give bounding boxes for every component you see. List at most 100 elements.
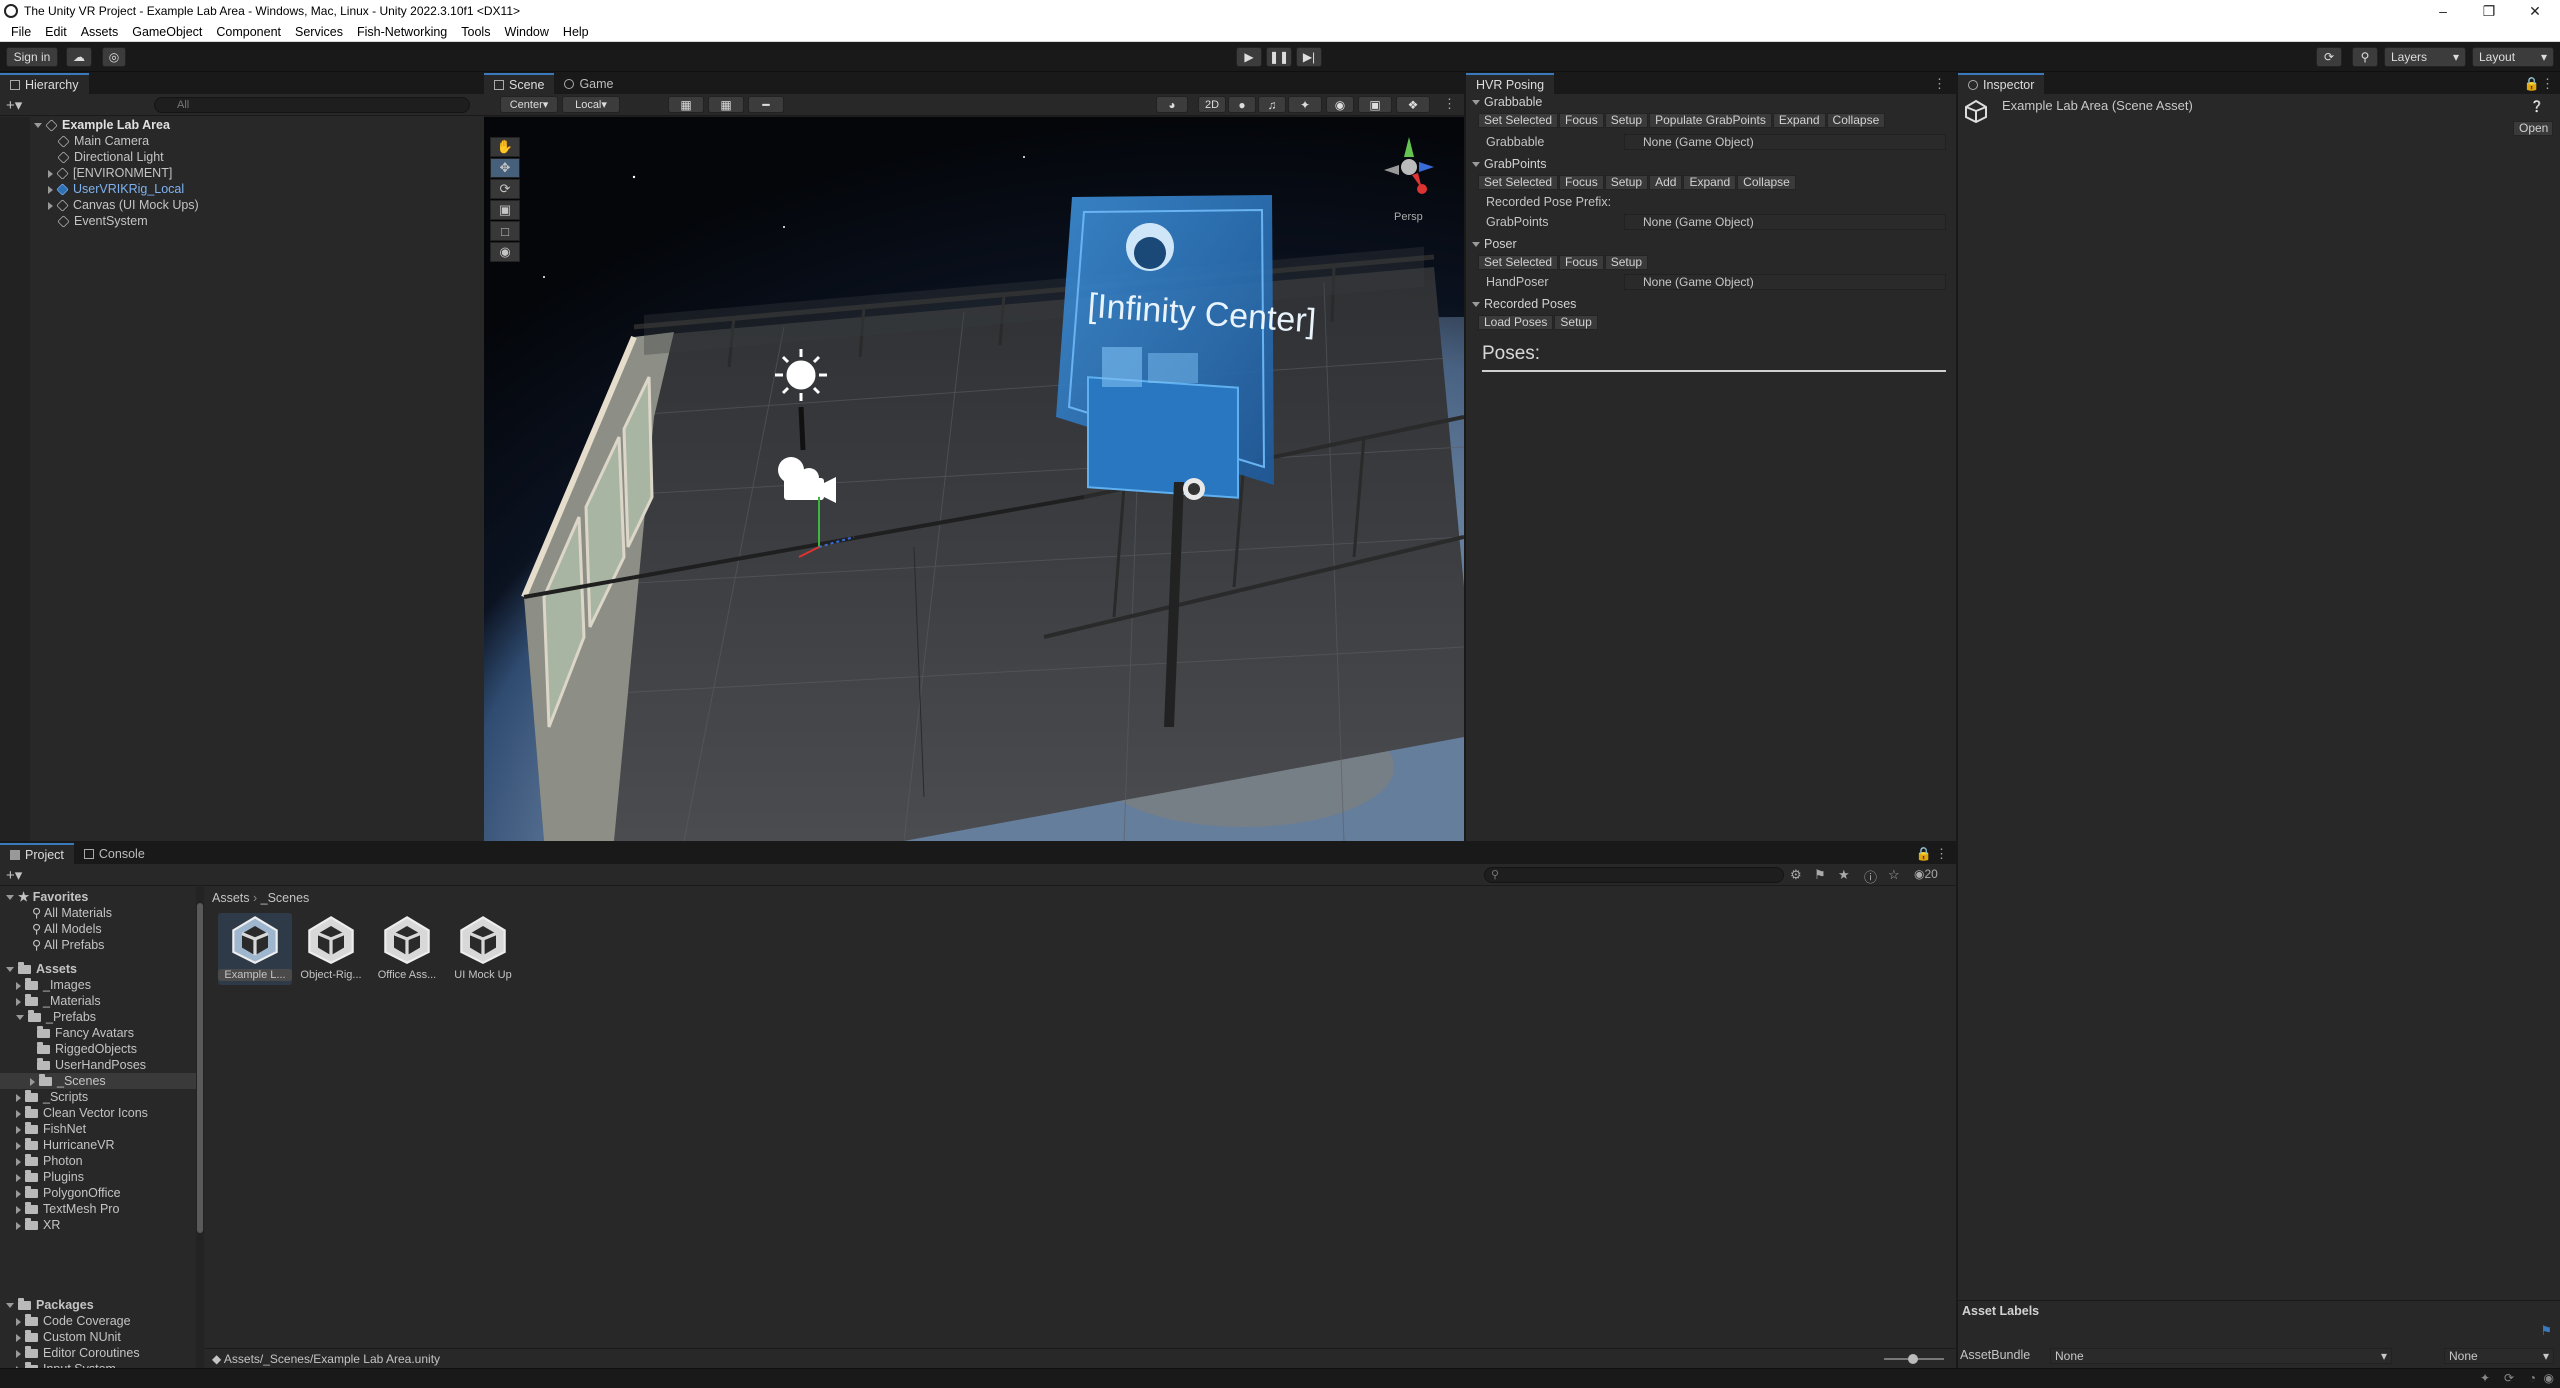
add-icon[interactable]: +▾ bbox=[6, 866, 22, 884]
grabpoints-section-header[interactable]: GrabPoints bbox=[1472, 155, 1547, 173]
rect-tool-button[interactable]: □ bbox=[490, 221, 520, 241]
menu-window[interactable]: Window bbox=[497, 25, 555, 39]
lock-icon[interactable]: 🔒 bbox=[2524, 76, 2540, 92]
folder-item[interactable]: _Scripts bbox=[16, 1089, 196, 1105]
hierarchy-item-eventsystem[interactable]: EventSystem bbox=[57, 213, 148, 229]
layout-dropdown[interactable]: Layout ▾ bbox=[2472, 47, 2554, 67]
folder-item[interactable]: _Images bbox=[16, 977, 196, 993]
grabbable-section-header[interactable]: Grabbable bbox=[1472, 93, 1542, 111]
expand-arrow-icon[interactable] bbox=[16, 1317, 21, 1326]
expand-arrow-icon[interactable] bbox=[16, 1141, 21, 1150]
help-icon[interactable]: ❔ bbox=[2530, 100, 2544, 113]
favorites-header[interactable]: ★ Favorites bbox=[6, 889, 88, 905]
recorded-poses-section-header[interactable]: Recorded Poses bbox=[1472, 295, 1576, 313]
grabbable-collapse-button[interactable]: Collapse bbox=[1826, 113, 1886, 128]
package-item[interactable]: Code Coverage bbox=[16, 1313, 131, 1329]
menu-assets[interactable]: Assets bbox=[74, 25, 126, 39]
close-button[interactable]: ✕ bbox=[2512, 0, 2558, 22]
favorite-item-all-prefabs[interactable]: ⚲ All Prefabs bbox=[32, 937, 104, 953]
scene-asset-tile[interactable]: UI Mock Up bbox=[446, 913, 520, 985]
folder-item[interactable]: TextMesh Pro bbox=[16, 1201, 196, 1217]
pivot-center-dropdown[interactable]: Center ▾ bbox=[500, 96, 558, 113]
minimize-button[interactable]: – bbox=[2420, 0, 2466, 22]
poser-focus-button[interactable]: Focus bbox=[1559, 255, 1604, 270]
sync-icon[interactable]: ⟳ bbox=[2504, 1371, 2514, 1385]
folder-item[interactable]: UserHandPoses bbox=[28, 1057, 196, 1073]
tree-scrollbar[interactable] bbox=[196, 887, 204, 1368]
grabbable-setup-button[interactable]: Setup bbox=[1604, 113, 1649, 128]
hidden-packages-toggle[interactable]: ◉20 bbox=[1914, 867, 1938, 881]
panel-menu-icon[interactable]: ⋮ bbox=[1935, 846, 1948, 862]
grabpoints-setup-button[interactable]: Setup bbox=[1604, 175, 1649, 190]
tab-scene[interactable]: Scene bbox=[484, 73, 555, 94]
breadcrumb-assets[interactable]: Assets bbox=[212, 891, 250, 905]
info-icon[interactable]: ⓘ bbox=[1864, 867, 1877, 886]
debug-icon[interactable]: ✦ bbox=[2480, 1371, 2490, 1385]
progress-icon[interactable]: ◔ bbox=[2529, 1371, 2536, 1385]
tab-inspector[interactable]: Inspector bbox=[1958, 73, 2045, 94]
camera-settings-button[interactable]: ▣ bbox=[1358, 96, 1392, 113]
sign-in-button[interactable]: Sign in bbox=[6, 47, 58, 67]
project-search-input[interactable]: ⚲ bbox=[1484, 867, 1784, 883]
favorite-item-all-models[interactable]: ⚲ All Models bbox=[32, 921, 102, 937]
folder-item[interactable]: HurricaneVR bbox=[16, 1137, 196, 1153]
handposer-object-field[interactable]: None (Game Object) bbox=[1624, 274, 1946, 290]
expand-arrow-icon[interactable] bbox=[16, 1333, 21, 1342]
expand-arrow-icon[interactable] bbox=[16, 1189, 21, 1198]
draw-mode-button[interactable]: ◕ bbox=[1156, 96, 1188, 113]
scene-asset-tile[interactable]: Example L... bbox=[218, 913, 292, 985]
expand-arrow-icon[interactable] bbox=[16, 1157, 21, 1166]
menu-services[interactable]: Services bbox=[288, 25, 350, 39]
search-by-type-icon[interactable]: ⚙ bbox=[1790, 867, 1802, 883]
play-button[interactable]: ▶ bbox=[1236, 47, 1262, 67]
grabbable-object-field[interactable]: None (Game Object) bbox=[1624, 134, 1946, 150]
2d-toggle[interactable]: 2D bbox=[1198, 96, 1226, 113]
panel-menu-icon[interactable]: ⋮ bbox=[2541, 76, 2554, 92]
expand-arrow-icon[interactable] bbox=[16, 981, 21, 990]
network-icon[interactable]: ◉ bbox=[2544, 1371, 2554, 1385]
poser-set-selected-button[interactable]: Set Selected bbox=[1478, 255, 1559, 270]
hierarchy-item-main-camera[interactable]: Main Camera bbox=[57, 133, 149, 149]
hand-tool-button[interactable]: ✋ bbox=[490, 137, 520, 157]
search-button[interactable]: ⚲ bbox=[2352, 47, 2378, 67]
assetbundle-dropdown[interactable]: None ▾ bbox=[2050, 1348, 2392, 1364]
step-button[interactable]: ▶| bbox=[1296, 47, 1322, 67]
folder-item[interactable]: _Prefabs bbox=[16, 1009, 196, 1025]
cloud-button[interactable]: ☁ bbox=[66, 47, 92, 67]
menu-fish-networking[interactable]: Fish-Networking bbox=[350, 25, 454, 39]
assetbundle-variant-dropdown[interactable]: None ▾ bbox=[2444, 1348, 2554, 1364]
scene-asset-tile[interactable]: Office Ass... bbox=[370, 913, 444, 985]
packages-header[interactable]: Packages bbox=[6, 1297, 94, 1313]
tab-hierarchy[interactable]: Hierarchy bbox=[0, 73, 89, 94]
grid-snap-button[interactable]: ▦ bbox=[668, 96, 704, 113]
favorite-icon[interactable]: ★ bbox=[1838, 867, 1850, 883]
pause-button[interactable]: ❚❚ bbox=[1266, 47, 1292, 67]
grabpoints-object-field[interactable]: None (Game Object) bbox=[1624, 214, 1946, 230]
grabpoints-focus-button[interactable]: Focus bbox=[1559, 175, 1604, 190]
folder-item[interactable]: _Materials bbox=[16, 993, 196, 1009]
layers-dropdown[interactable]: Layers ▾ bbox=[2384, 47, 2466, 67]
folder-item[interactable]: RiggedObjects bbox=[28, 1041, 196, 1057]
grabbable-set-selected-button[interactable]: Set Selected bbox=[1478, 113, 1559, 128]
menu-component[interactable]: Component bbox=[209, 25, 288, 39]
collab-button[interactable]: ◎ bbox=[102, 47, 126, 67]
snap-increment-button[interactable]: ▦ bbox=[708, 96, 744, 113]
rotate-tool-button[interactable]: ⟳ bbox=[490, 179, 520, 199]
label-tag-icon[interactable]: ⚑ bbox=[2540, 1323, 2552, 1339]
visibility-toggle[interactable]: ◉ bbox=[1326, 96, 1354, 113]
folder-item[interactable]: Fancy Avatars bbox=[28, 1025, 196, 1041]
grabbable-focus-button[interactable]: Focus bbox=[1559, 113, 1604, 128]
undo-history-button[interactable]: ⟳ bbox=[2316, 47, 2342, 67]
menu-edit[interactable]: Edit bbox=[38, 25, 74, 39]
assets-header[interactable]: Assets bbox=[6, 961, 77, 977]
recorded-setup-button[interactable]: Setup bbox=[1554, 315, 1598, 330]
icon-size-slider[interactable] bbox=[1884, 1354, 1944, 1364]
menu-help[interactable]: Help bbox=[556, 25, 596, 39]
hierarchy-search-input[interactable]: All bbox=[154, 97, 470, 113]
expand-arrow-icon[interactable] bbox=[16, 1349, 21, 1358]
poser-section-header[interactable]: Poser bbox=[1472, 235, 1517, 253]
pivot-local-dropdown[interactable]: Local ▾ bbox=[562, 96, 620, 113]
gizmos-button[interactable]: ❖ bbox=[1396, 96, 1430, 113]
lock-icon[interactable]: 🔒 bbox=[1916, 846, 1932, 862]
folder-item[interactable]: PolygonOffice bbox=[16, 1185, 196, 1201]
